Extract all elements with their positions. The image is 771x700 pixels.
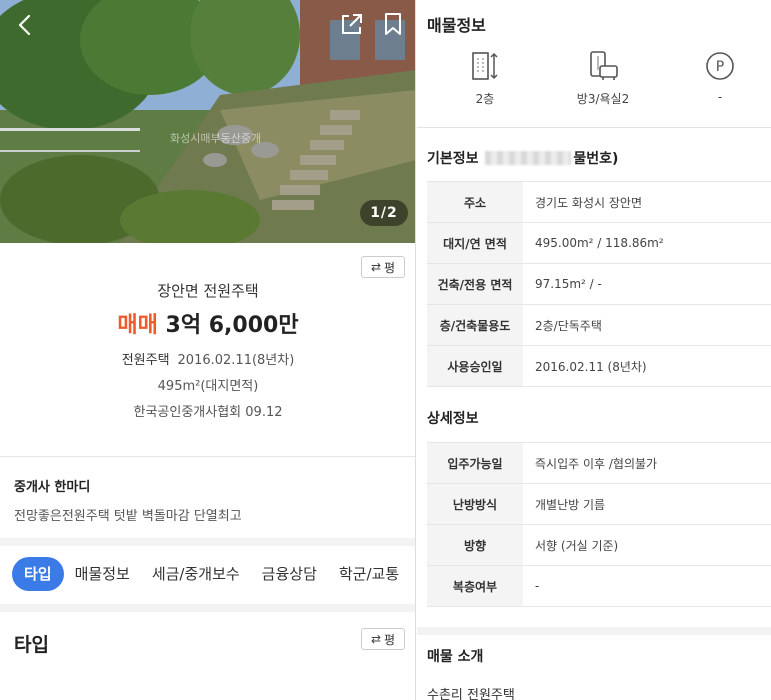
row-value: 2016.02.11 (8년차) xyxy=(523,345,771,387)
row-key: 사용승인일 xyxy=(427,345,523,387)
listing-summary: 장안면 전원주택 매매 3억 6,000만 전원주택 2016.02.11(8년차… xyxy=(0,280,415,420)
feature-parking-label: - xyxy=(717,90,723,104)
type-unit-label: 평 xyxy=(384,632,396,647)
table-row: 난방방식 개별난방 기름 xyxy=(427,483,771,525)
swap-icon: ⇄ xyxy=(370,632,381,646)
agent-note: 중개사 한마디 전망좋은전원주택 텃밭 벽돌마감 단열최고 xyxy=(14,476,242,524)
row-value: 495.00m² / 118.86m² xyxy=(523,222,771,264)
basic-info-title: 기본정보 물번호) xyxy=(427,148,618,168)
listing-photo[interactable]: 화성시매부동산중개 1/2 xyxy=(0,0,415,243)
deal-type: 매매 xyxy=(117,313,158,338)
row-key: 복층여부 xyxy=(427,565,523,607)
agent-note-heading: 중개사 한마디 xyxy=(14,480,91,495)
back-button[interactable] xyxy=(10,10,40,40)
type-unit-toggle[interactable]: ⇄ 평 xyxy=(361,628,405,650)
feature-rooms-label: 방3/욕실2 xyxy=(576,92,630,106)
intro-title: 매물 소개 xyxy=(427,649,484,665)
price-value: 3억 6,000만 xyxy=(165,313,299,338)
area-unit-toggle[interactable]: ⇄ 평 xyxy=(361,256,405,278)
section-tabs: 타입 매물정보 세금/중개보수 금융상담 학군/교통 xyxy=(0,550,415,598)
swap-icon: ⇄ xyxy=(370,260,381,274)
bookmark-button[interactable] xyxy=(380,10,406,38)
table-row: 건축/전용 면적 97.15m² / - xyxy=(427,263,771,305)
row-key: 입주가능일 xyxy=(427,442,523,484)
row-value: 서향 (거실 기준) xyxy=(523,524,771,566)
basic-info-title-text: 기본정보 xyxy=(427,151,479,167)
feature-rooms: 방3/욕실2 xyxy=(553,50,653,107)
property-type: 전원주택 xyxy=(121,353,170,368)
row-value: 경기도 화성시 장안면 xyxy=(523,181,771,223)
type-section-title: 타입 xyxy=(14,634,49,656)
row-value: - xyxy=(523,565,771,607)
feature-floor: 2층 xyxy=(435,50,535,107)
tab-tax-fee[interactable]: 세금/중개보수 xyxy=(141,557,251,591)
share-button[interactable] xyxy=(338,10,366,38)
section-divider xyxy=(0,538,415,546)
row-key: 난방방식 xyxy=(427,483,523,525)
room-bath-icon xyxy=(590,51,618,80)
basic-info-title-suffix: 물번호) xyxy=(573,151,619,167)
listing-name: 장안면 전원주택 xyxy=(157,282,259,300)
table-row: 복층여부 - xyxy=(427,565,771,607)
bookmark-icon xyxy=(385,13,401,35)
property-info-pane: 매물정보 2층 방3/욕실2 P - 기본정보 물번호) 주소 경기도 화성시 … xyxy=(417,0,771,700)
table-row: 사용승인일 2016.02.11 (8년차) xyxy=(427,345,771,387)
feature-floor-label: 2층 xyxy=(475,92,495,106)
table-row: 주소 경기도 화성시 장안면 xyxy=(427,181,771,223)
table-row: 층/건축물용도 2층/단독주택 xyxy=(427,304,771,346)
svg-text:P: P xyxy=(716,59,724,75)
tab-property-info[interactable]: 매물정보 xyxy=(64,557,141,591)
land-area: 495m²(대지면적) xyxy=(157,379,259,394)
section-divider xyxy=(0,604,415,612)
intro-text: 수촌리 전원주택 xyxy=(427,688,515,700)
row-key: 방향 xyxy=(427,524,523,566)
property-type-line: 전원주택 2016.02.11(8년차) xyxy=(0,349,415,368)
agent-note-text: 전망좋은전원주택 텃밭 벽돌마감 단열최고 xyxy=(14,509,242,524)
table-row: 입주가능일 즉시입주 이후 /협의불가 xyxy=(427,442,771,484)
property-info-title: 매물정보 xyxy=(427,16,486,35)
table-row: 대지/연 면적 495.00m² / 118.86m² xyxy=(427,222,771,264)
area-unit-label: 평 xyxy=(384,260,396,275)
row-key: 주소 xyxy=(427,181,523,223)
photo-counter: 1/2 xyxy=(360,200,408,226)
parking-icon: P xyxy=(706,52,734,80)
tab-finance[interactable]: 금융상담 xyxy=(251,557,328,591)
basic-info-table: 주소 경기도 화성시 장안면 대지/연 면적 495.00m² / 118.86… xyxy=(427,181,771,387)
row-value: 개별난방 기름 xyxy=(523,483,771,525)
property-type-detail: 2016.02.11(8년차) xyxy=(177,353,295,368)
feature-parking: P - xyxy=(670,50,770,104)
divider xyxy=(417,127,771,128)
row-key: 층/건축물용도 xyxy=(427,304,523,346)
share-icon xyxy=(342,14,362,34)
tab-type[interactable]: 타입 xyxy=(12,557,64,591)
row-key: 건축/전용 면적 xyxy=(427,263,523,305)
row-key: 대지/연 면적 xyxy=(427,222,523,264)
row-value: 97.15m² / - xyxy=(523,263,771,305)
row-value: 즉시입주 이후 /협의불가 xyxy=(523,442,771,484)
row-value: 2층/단독주택 xyxy=(523,304,771,346)
listing-detail-pane: 화성시매부동산중개 1/2 ⇄ 평 장안면 전원주택 매매 3억 6,000만 … xyxy=(0,0,416,700)
divider xyxy=(0,456,415,457)
section-divider xyxy=(417,627,771,635)
chevron-left-icon xyxy=(18,14,31,36)
floor-icon xyxy=(472,52,498,80)
redacted-block xyxy=(485,151,572,165)
photo-watermark: 화성시매부동산중개 xyxy=(170,132,262,145)
tab-school-transport[interactable]: 학군/교통 xyxy=(328,557,410,591)
table-row: 방향 서향 (거실 기준) xyxy=(427,524,771,566)
listing-price: 매매 3억 6,000만 xyxy=(0,307,415,339)
listing-source: 한국공인중개사협회 09.12 xyxy=(133,405,283,420)
detail-info-title: 상세정보 xyxy=(427,411,479,427)
detail-info-table: 입주가능일 즉시입주 이후 /협의불가 난방방식 개별난방 기름 방향 서향 (… xyxy=(427,442,771,607)
